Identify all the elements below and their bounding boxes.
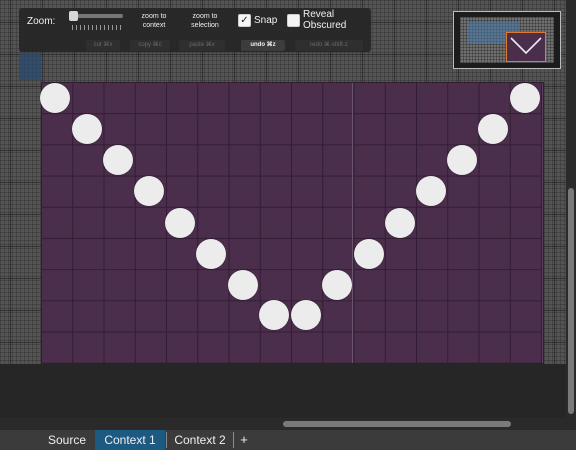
tab-divider: [166, 432, 167, 448]
snap-checkbox[interactable]: ✓: [238, 14, 251, 27]
zoom-ticks: [72, 25, 124, 30]
minimap[interactable]: [453, 11, 561, 69]
horizontal-scroll-thumb[interactable]: [283, 421, 511, 427]
sprite-dot[interactable]: [103, 145, 133, 175]
tab-bar: Source Context 1 Context 2 +: [0, 430, 576, 450]
minimap-dots-preview: [510, 37, 542, 55]
sprite-dot[interactable]: [385, 208, 415, 238]
sprite-dot[interactable]: [322, 270, 352, 300]
zoom-to-context-button[interactable]: zoom to context: [131, 12, 177, 30]
vertical-scrollbar[interactable]: [566, 0, 576, 430]
sprite-dot[interactable]: [40, 83, 70, 113]
vertical-scroll-thumb[interactable]: [568, 188, 574, 414]
cut-button[interactable]: cut ⌘x: [86, 40, 120, 51]
editor-toolbar: Zoom: zoom to context zoom to selection …: [19, 8, 371, 52]
zoom-label: Zoom:: [27, 16, 56, 27]
tab-divider: [233, 432, 234, 448]
redo-button[interactable]: redo ⌘-shift-z: [295, 40, 363, 51]
zoom-slider[interactable]: [71, 14, 123, 18]
sprite-dot[interactable]: [165, 208, 195, 238]
sprite-dot[interactable]: [354, 239, 384, 269]
sprite-dot[interactable]: [447, 145, 477, 175]
sprite-dot[interactable]: [416, 176, 446, 206]
minimap-canvas-preview: [506, 32, 546, 62]
zoom-slider-knob[interactable]: [69, 11, 78, 21]
tab-context-1[interactable]: Context 1: [95, 430, 165, 450]
copy-button[interactable]: copy ⌘c: [130, 40, 170, 51]
selected-grid-cell: [19, 53, 41, 80]
plus-icon[interactable]: +: [236, 430, 252, 450]
undo-button[interactable]: undo ⌘z: [241, 40, 285, 51]
sprite-dot[interactable]: [72, 114, 102, 144]
sprite-dot[interactable]: [259, 300, 289, 330]
horizontal-scrollbar[interactable]: [0, 418, 566, 430]
reveal-obscured-label: Reveal Obscured: [303, 9, 347, 31]
sprite-dot[interactable]: [134, 176, 164, 206]
tab-source[interactable]: Source: [40, 430, 94, 450]
snap-label: Snap: [254, 15, 278, 26]
center-guide-line: [352, 83, 353, 363]
checkmark-icon: ✓: [240, 15, 249, 26]
sprite-dot[interactable]: [291, 300, 321, 330]
sprite-dot[interactable]: [228, 270, 258, 300]
zoom-to-selection-button[interactable]: zoom to selection: [182, 12, 228, 30]
sprite-dot[interactable]: [510, 83, 540, 113]
sprite-dot[interactable]: [196, 239, 226, 269]
paste-button[interactable]: paste ⌘v: [179, 40, 225, 51]
workspace-bottom-area: [0, 364, 566, 418]
sprite-dot[interactable]: [478, 114, 508, 144]
reveal-obscured-checkbox[interactable]: [287, 14, 300, 27]
tab-context-2[interactable]: Context 2: [168, 430, 232, 450]
